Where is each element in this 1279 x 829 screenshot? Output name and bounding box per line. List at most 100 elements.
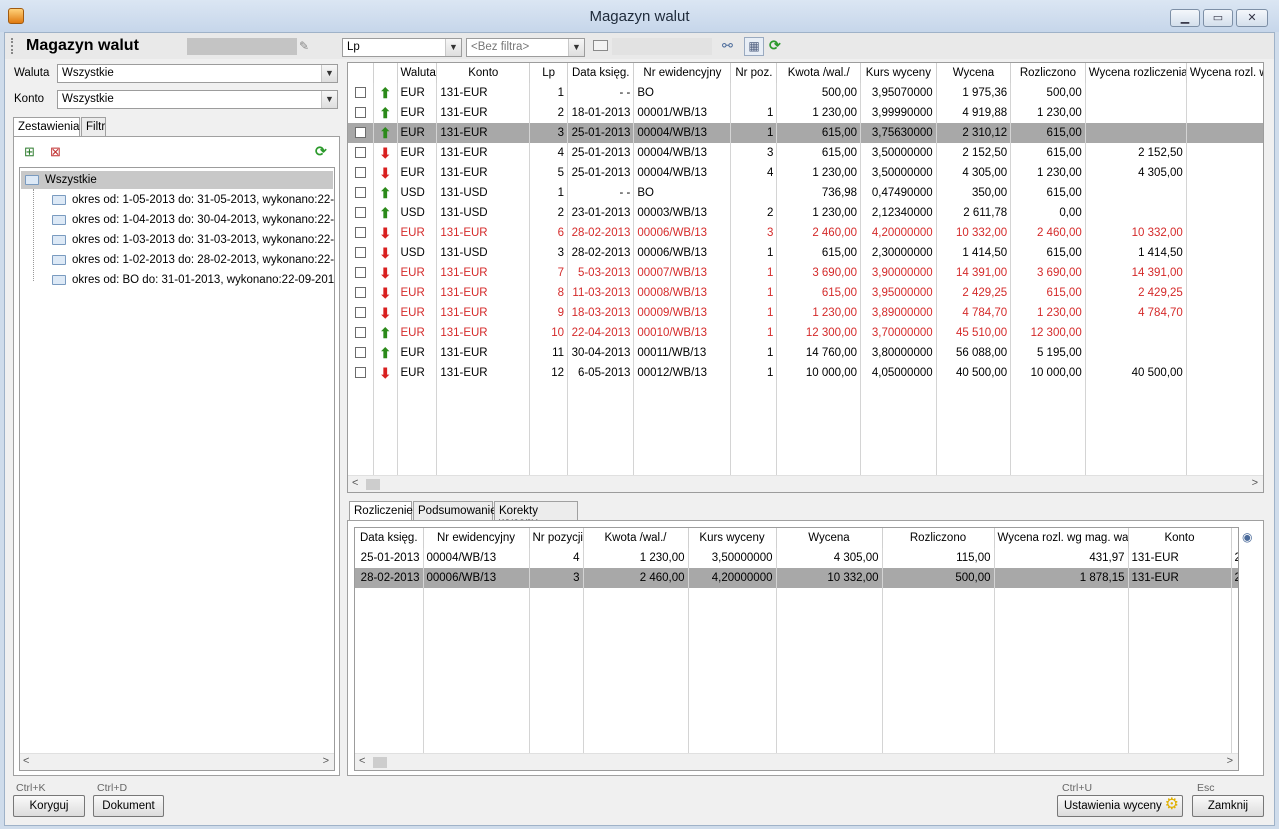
table-row[interactable]: ⬆ USD 131-USD 1- - BO 736,98 0,47490000 350,00 6… <box>348 183 1263 203</box>
column-header[interactable]: Rozliczono <box>882 528 995 548</box>
tree-hscrollbar[interactable]: < > <box>20 753 334 770</box>
konto-select[interactable]: Wszystkie ▼ <box>57 90 338 109</box>
filter-select[interactable]: <Bez filtra> ▼ <box>466 38 585 57</box>
bottom-grid-hscrollbar[interactable]: < > <box>355 753 1238 770</box>
maximize-button[interactable]: ▭ <box>1203 9 1233 27</box>
chevron-down-icon[interactable]: ▼ <box>321 91 337 108</box>
table-row[interactable]: ⬇ EUR 131-EUR 7 5-03-2013 00007/WB/13 1 3 690,0… <box>348 263 1263 283</box>
table-row[interactable]: ⬆ EUR 131-EUR 2 18-01-2013 00001/WB/13 1 1 230,… <box>348 103 1263 123</box>
tab-zestawienia[interactable]: Zestawienia <box>13 117 80 137</box>
row-checkbox[interactable] <box>348 83 375 103</box>
scroll-right-icon[interactable]: > <box>1252 477 1258 489</box>
row-checkbox[interactable] <box>348 103 375 123</box>
column-header[interactable]: Wycena rozl. wg mag. wal. <box>994 528 1129 548</box>
koryguj-button[interactable]: Koryguj <box>13 795 85 817</box>
scroll-right-icon[interactable]: > <box>1227 755 1233 767</box>
column-header[interactable]: D <box>1231 528 1238 548</box>
chevron-down-icon[interactable]: ▼ <box>445 39 461 56</box>
column-header[interactable]: Kurs wyceny <box>860 63 937 83</box>
checkbox[interactable] <box>355 227 366 239</box>
add-item-icon[interactable]: ⊞ <box>24 144 35 160</box>
tree-item[interactable]: okres od: 1-05-2013 do: 31-05-2013, wyko… <box>52 194 334 206</box>
tree-item[interactable]: okres od: BO do: 31-01-2013, wykonano:22… <box>52 274 334 286</box>
column-header[interactable] <box>348 63 375 83</box>
scroll-left-icon[interactable]: < <box>352 477 358 489</box>
row-checkbox[interactable] <box>348 283 375 303</box>
tree-root[interactable]: Wszystkie <box>25 174 97 186</box>
checkbox[interactable] <box>355 307 366 319</box>
checkbox[interactable] <box>355 127 366 139</box>
table-row[interactable]: ⬆ EUR 131-EUR 10 22-04-2013 00010/WB/13 1 12 30… <box>348 323 1263 343</box>
checkbox[interactable] <box>355 107 366 119</box>
chevron-down-icon[interactable]: ▼ <box>321 65 337 82</box>
scroll-left-icon[interactable]: < <box>359 755 365 767</box>
table-row[interactable]: 25-01-2013 00004/WB/13 4 1 230,00 3,50000000… <box>355 548 1238 568</box>
table-row[interactable]: ⬇ EUR 131-EUR 8 11-03-2013 00008/WB/13 1 615,00… <box>348 283 1263 303</box>
row-checkbox[interactable] <box>348 323 375 343</box>
scroll-thumb[interactable] <box>373 757 387 768</box>
row-checkbox[interactable] <box>348 243 375 263</box>
checkbox[interactable] <box>355 207 366 219</box>
column-header[interactable]: Konto <box>436 63 531 83</box>
table-row[interactable]: ⬇ EUR 131-EUR 4 25-01-2013 00004/WB/13 3 615,00… <box>348 143 1263 163</box>
checkbox[interactable] <box>355 167 366 179</box>
row-checkbox[interactable] <box>348 143 375 163</box>
scroll-thumb[interactable] <box>366 479 380 490</box>
table-row[interactable]: 28-02-2013 00006/WB/13 3 2 460,00 4,20000000… <box>355 568 1238 588</box>
row-checkbox[interactable] <box>348 303 375 323</box>
waluta-select[interactable]: Wszystkie ▼ <box>57 64 338 83</box>
checkbox[interactable] <box>355 367 366 379</box>
tab-filtr[interactable]: Filtr <box>81 117 106 137</box>
column-header[interactable]: Nr ewidencyjny <box>633 63 732 83</box>
checkbox[interactable] <box>355 347 366 359</box>
refresh-icon[interactable]: ⟳ <box>315 143 327 160</box>
refresh-icon[interactable]: ⟳ <box>769 37 781 54</box>
column-header[interactable]: Rozliczono <box>1010 63 1086 83</box>
ustawienia-wyceny-button[interactable]: Ustawienia wyceny ⚙ <box>1057 795 1183 817</box>
row-checkbox[interactable] <box>348 223 375 243</box>
table-row[interactable]: ⬆ EUR 131-EUR 1- - BO 500,00 3,95070000 1 975,3… <box>348 83 1263 103</box>
tree-item[interactable]: okres od: 1-02-2013 do: 28-02-2013, wyko… <box>52 254 334 266</box>
folder-icon[interactable] <box>593 40 608 51</box>
column-header[interactable]: Waluta <box>397 63 438 83</box>
checkbox[interactable] <box>355 267 366 279</box>
column-header[interactable]: Wycena rozl. wg m <box>1186 63 1263 83</box>
row-checkbox[interactable] <box>348 183 375 203</box>
chevron-down-icon[interactable]: ▼ <box>568 39 584 56</box>
scroll-left-icon[interactable]: < <box>23 755 29 767</box>
column-header[interactable]: Kwota /wal./ <box>583 528 689 548</box>
column-header[interactable]: Konto <box>1128 528 1232 548</box>
column-header[interactable]: Kwota /wal./ <box>776 63 862 83</box>
table-row[interactable]: ⬇ EUR 131-EUR 5 25-01-2013 00004/WB/13 4 1 230,… <box>348 163 1263 183</box>
table-row[interactable]: ⬇ EUR 131-EUR 12 6-05-2013 00012/WB/13 1 10 000… <box>348 363 1263 383</box>
row-checkbox[interactable] <box>348 343 375 363</box>
delete-item-icon[interactable]: ⊠ <box>50 144 61 160</box>
table-row[interactable]: ⬆ EUR 131-EUR 11 30-04-2013 00011/WB/13 1 14 76… <box>348 343 1263 363</box>
grid-view-icon[interactable]: ▦ <box>744 37 764 56</box>
table-row[interactable]: ⬇ EUR 131-EUR 9 18-03-2013 00009/WB/13 1 1 230,… <box>348 303 1263 323</box>
column-header[interactable] <box>373 63 398 83</box>
row-checkbox[interactable] <box>348 123 375 143</box>
zamknij-button[interactable]: Zamknij <box>1192 795 1264 817</box>
tab-rozliczenie[interactable]: Rozliczenie <box>349 501 413 521</box>
checkbox[interactable] <box>355 247 366 259</box>
close-button[interactable]: ✕ <box>1236 9 1268 27</box>
eye-icon[interactable]: ◉ <box>1242 530 1252 544</box>
column-header[interactable]: Wycena <box>776 528 883 548</box>
row-checkbox[interactable] <box>348 363 375 383</box>
column-header[interactable]: Wycena rozliczenia <box>1085 63 1187 83</box>
table-row[interactable]: ⬆ USD 131-USD 2 23-01-2013 00003/WB/13 2 1 230,… <box>348 203 1263 223</box>
checkbox[interactable] <box>355 87 366 99</box>
column-header[interactable]: Nr ewidencyjny <box>423 528 530 548</box>
checkbox[interactable] <box>355 187 366 199</box>
minimize-button[interactable]: ▁ <box>1170 9 1200 27</box>
checkbox[interactable] <box>355 147 366 159</box>
sort-select[interactable]: Lp ▼ <box>342 38 462 57</box>
table-row[interactable]: ⬆ EUR 131-EUR 3 25-01-2013 00004/WB/13 1 615,00… <box>348 123 1263 143</box>
tab-korekty-wyceny[interactable]: Korekty wyceny <box>494 501 578 529</box>
tree-item[interactable]: okres od: 1-03-2013 do: 31-03-2013, wyko… <box>52 234 334 246</box>
column-header[interactable]: Nr poz. <box>730 63 778 83</box>
main-grid-hscrollbar[interactable]: < > <box>348 475 1263 492</box>
column-header[interactable]: Wycena <box>936 63 1012 83</box>
dokument-button[interactable]: Dokument <box>93 795 164 817</box>
